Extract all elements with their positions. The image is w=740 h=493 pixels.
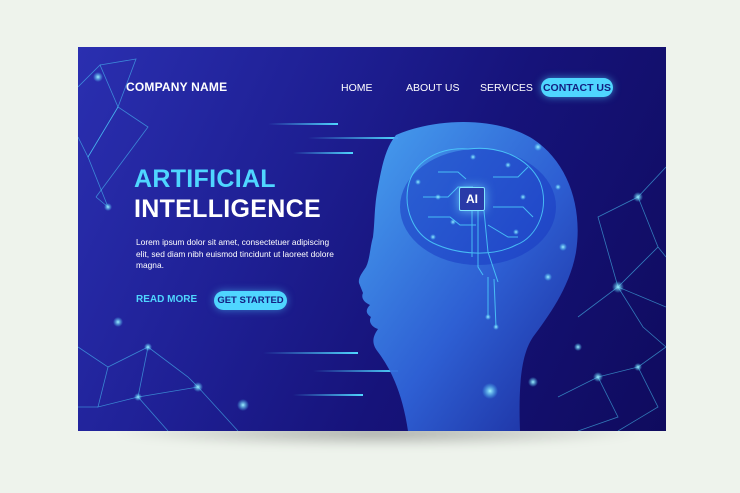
nav-about-us[interactable]: ABOUT US <box>406 82 459 94</box>
hero-title-line2: INTELLIGENCE <box>134 195 321 223</box>
nav-services[interactable]: SERVICES <box>480 82 533 94</box>
ai-chip-icon: AI <box>459 187 485 211</box>
company-name[interactable]: COMPANY NAME <box>126 80 227 94</box>
nav-home[interactable]: HOME <box>341 82 373 94</box>
read-more-link[interactable]: READ MORE <box>136 294 197 305</box>
get-started-button[interactable]: GET STARTED <box>214 291 287 310</box>
hero-title-line1: ARTIFICIAL <box>134 165 276 193</box>
landing-page: COMPANY NAME HOME ABOUT US SERVICES CONT… <box>78 47 666 431</box>
hero-body-text: Lorem ipsum dolor sit amet, consectetuer… <box>136 237 334 270</box>
contact-us-button[interactable]: CONTACT US <box>541 78 613 97</box>
